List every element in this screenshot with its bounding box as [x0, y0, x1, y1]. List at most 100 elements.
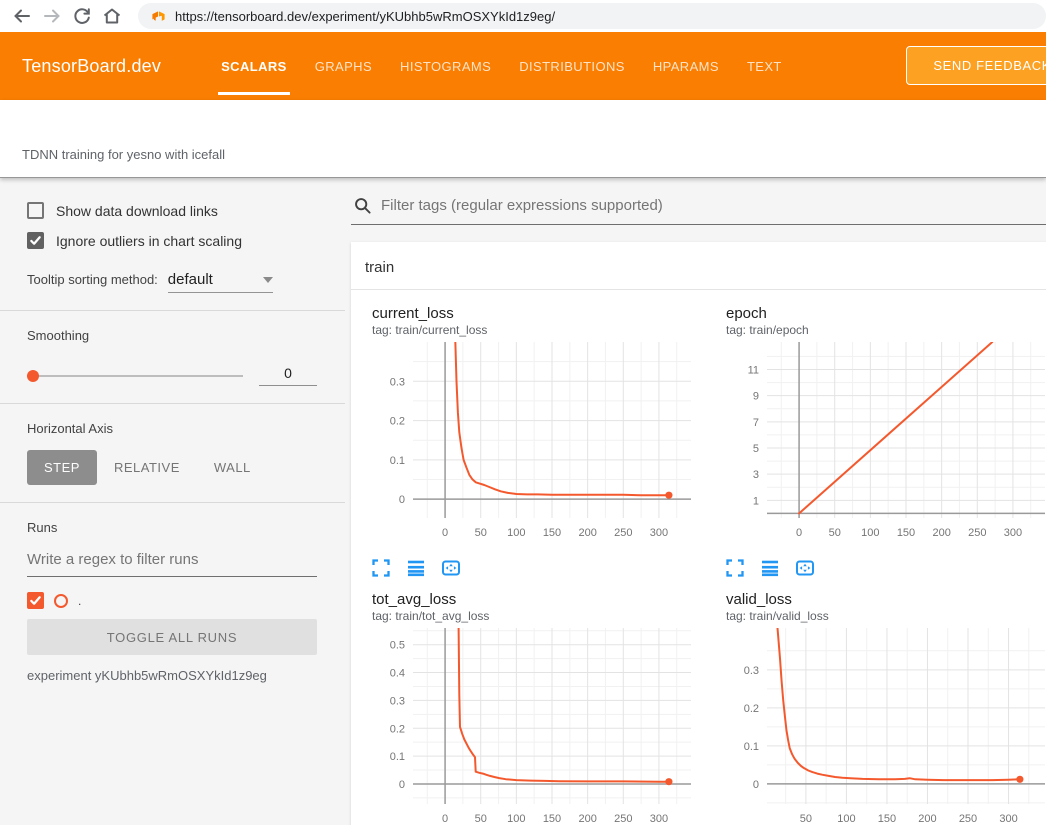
svg-text:0.1: 0.1	[744, 741, 759, 753]
chart-actions	[724, 557, 1046, 579]
slider-thumb[interactable]	[27, 370, 39, 382]
log-scale-icon[interactable]	[405, 557, 427, 579]
ignore-outliers-checkbox[interactable]: Ignore outliers in chart scaling	[27, 232, 317, 249]
svg-text:9: 9	[753, 391, 759, 403]
chart-tot_avg_loss: tot_avg_losstag: train/tot_avg_loss05010…	[365, 591, 697, 825]
header-tabs: SCALARSGRAPHSHISTOGRAMSDISTRIBUTIONSHPAR…	[207, 32, 796, 100]
tab-graphs[interactable]: GRAPHS	[301, 32, 386, 100]
svg-text:0: 0	[753, 779, 759, 791]
svg-text:50: 50	[475, 527, 487, 539]
svg-text:50: 50	[829, 527, 841, 539]
chart-valid_loss: valid_losstag: train/valid_loss501001502…	[719, 591, 1046, 825]
url-text: https://tensorboard.dev/experiment/yKUbh…	[175, 9, 555, 24]
chevron-down-icon	[263, 277, 273, 283]
svg-text:0.2: 0.2	[390, 416, 405, 428]
toggle-all-runs-button[interactable]: TOGGLE ALL RUNS	[27, 619, 317, 655]
forward-icon[interactable]	[40, 4, 64, 28]
svg-text:250: 250	[959, 813, 977, 825]
fit-domain-icon[interactable]	[794, 557, 816, 579]
expand-icon[interactable]	[370, 557, 392, 579]
runs-label: Runs	[27, 520, 317, 535]
divider	[0, 310, 345, 311]
tab-text[interactable]: TEXT	[733, 32, 796, 100]
runs-filter-input[interactable]	[27, 541, 317, 577]
checkbox-unchecked-icon	[27, 202, 44, 219]
svg-text:0.3: 0.3	[390, 376, 405, 388]
chart-tag: tag: train/current_loss	[372, 323, 697, 338]
svg-text:1: 1	[753, 495, 759, 507]
tab-distributions[interactable]: DISTRIBUTIONS	[505, 32, 639, 100]
axis-wall-button[interactable]: WALL	[197, 450, 268, 485]
filter-tags-input[interactable]	[381, 197, 1046, 214]
run-color-ring-icon	[54, 594, 68, 608]
experiment-title: TDNN training for yesno with icefall	[22, 147, 225, 162]
tag-group-card: train current_losstag: train/current_los…	[351, 242, 1046, 825]
app-header: TensorBoard.dev SCALARSGRAPHSHISTOGRAMSD…	[0, 32, 1046, 100]
svg-text:300: 300	[650, 813, 668, 825]
svg-text:0: 0	[399, 779, 405, 791]
tensorboard-favicon-icon	[151, 9, 166, 24]
svg-text:0.2: 0.2	[390, 723, 405, 735]
run-list: .	[27, 592, 317, 609]
chart-title: epoch	[726, 305, 1046, 323]
svg-text:0.3: 0.3	[390, 695, 405, 707]
show-data-download-links-checkbox[interactable]: Show data download links	[27, 202, 317, 219]
search-icon	[353, 196, 372, 215]
svg-text:0: 0	[796, 527, 802, 539]
chart-epoch: epochtag: train/epoch0501001502002503001…	[719, 305, 1046, 579]
svg-text:0: 0	[442, 813, 448, 825]
svg-text:200: 200	[578, 813, 596, 825]
svg-text:100: 100	[837, 813, 855, 825]
divider	[0, 502, 345, 503]
svg-text:100: 100	[861, 527, 879, 539]
tab-hparams[interactable]: HPARAMS	[639, 32, 733, 100]
address-bar[interactable]: https://tensorboard.dev/experiment/yKUbh…	[138, 3, 1046, 29]
line-chart-plot[interactable]: 0501001502002503001357911	[719, 339, 1046, 549]
svg-text:200: 200	[918, 813, 936, 825]
fit-domain-icon[interactable]	[440, 557, 462, 579]
chart-tag: tag: train/valid_loss	[726, 609, 1046, 624]
chart-tag: tag: train/epoch	[726, 323, 1046, 338]
svg-text:300: 300	[1004, 527, 1022, 539]
tab-histograms[interactable]: HISTOGRAMS	[386, 32, 505, 100]
log-scale-icon[interactable]	[759, 557, 781, 579]
svg-text:0: 0	[399, 494, 405, 506]
svg-text:11: 11	[748, 364, 759, 376]
home-icon[interactable]	[100, 4, 124, 28]
smoothing-value[interactable]: 0	[259, 365, 317, 386]
svg-text:100: 100	[507, 527, 525, 539]
svg-text:0: 0	[442, 527, 448, 539]
svg-text:250: 250	[968, 527, 986, 539]
reload-icon[interactable]	[70, 4, 94, 28]
tooltip-sorting-dropdown[interactable]: default	[168, 271, 273, 293]
svg-text:150: 150	[543, 527, 561, 539]
svg-text:50: 50	[800, 813, 812, 825]
svg-text:0.3: 0.3	[744, 665, 759, 677]
svg-text:250: 250	[614, 527, 632, 539]
checkbox-checked-icon	[27, 232, 44, 249]
line-chart-plot[interactable]: 5010015020025030000.10.20.3	[719, 625, 1046, 825]
axis-step-button[interactable]: STEP	[27, 450, 97, 485]
chart-title: valid_loss	[726, 591, 1046, 609]
smoothing-slider[interactable]	[27, 375, 243, 377]
run-item[interactable]: .	[27, 592, 317, 609]
svg-text:0.1: 0.1	[390, 455, 405, 467]
app-title: TensorBoard.dev	[22, 56, 161, 77]
line-chart-plot[interactable]: 05010015020025030000.10.20.30.40.5	[365, 625, 697, 825]
send-feedback-button[interactable]: SEND FEEDBACK	[906, 46, 1046, 85]
run-name: .	[78, 594, 81, 608]
svg-text:200: 200	[932, 527, 950, 539]
tag-group-header[interactable]: train	[351, 242, 1046, 290]
expand-icon[interactable]	[724, 557, 746, 579]
svg-text:250: 250	[614, 813, 632, 825]
chart-actions	[370, 557, 697, 579]
tooltip-sorting-label: Tooltip sorting method:	[27, 272, 158, 287]
tab-scalars[interactable]: SCALARS	[207, 32, 301, 100]
svg-text:300: 300	[999, 813, 1017, 825]
svg-text:0.4: 0.4	[390, 668, 405, 680]
chart-title: current_loss	[372, 305, 697, 323]
line-chart-plot[interactable]: 05010015020025030000.10.20.3	[365, 339, 697, 549]
svg-text:100: 100	[507, 813, 525, 825]
back-icon[interactable]	[10, 4, 34, 28]
axis-relative-button[interactable]: RELATIVE	[97, 450, 197, 485]
